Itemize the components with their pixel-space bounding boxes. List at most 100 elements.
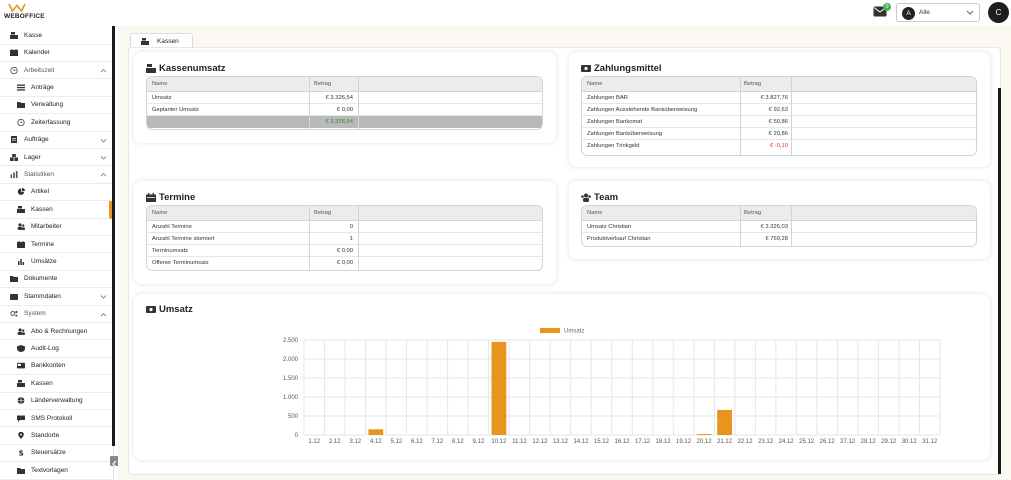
chevron-up-icon[interactable] [100,311,107,318]
sidebar-item-label: SMS Protokoll [31,414,73,422]
sidebar-item-label: Umsätze [31,258,57,266]
chevron-down-icon[interactable] [100,154,107,161]
sidebar-item-termine[interactable]: Termine [0,236,112,254]
row-name: Umsatz Christian [587,224,632,230]
chevron-down-icon[interactable] [100,137,107,144]
gears-icon [10,311,18,317]
bar-10.12[interactable] [491,341,507,435]
chevron-down-icon [966,10,974,15]
sidebar-item-label: Arbeitszeit [24,66,55,74]
sidebar-item-label: Kasse [24,31,43,39]
sidebar-item-stammdaten[interactable]: Stammdaten [0,288,112,306]
x-tick-label: 15.12 [594,439,610,445]
database-icon [10,293,18,300]
sidebar-item-label: Standorte [31,432,60,440]
column-amount: Betrag [314,210,332,216]
row-amount: € 0,00 [336,107,353,113]
sidebar-item-steuersaetze[interactable]: $ Steuersätze [0,445,112,463]
column-name: Name [152,81,168,87]
sidebar-item-dokumente[interactable]: Dokumente [0,271,112,289]
sidebar-item-laenderverwaltung[interactable]: Länderverwaltung [0,393,112,410]
x-tick-label: 22.12 [738,439,754,445]
sidebar-item-standorte[interactable]: Standorte [0,427,112,445]
sidebar-item-statistiken[interactable]: Statistiken [0,166,112,184]
y-tick-label: 0 [295,433,299,439]
sidebar-item-auftraege[interactable]: Aufträge [0,132,112,149]
kassenumsatz-title-text: Kassenumsatz [159,63,226,74]
sidebar-item-sms-protokoll[interactable]: SMS Protokoll [0,410,112,428]
sidebar-item-audit-log[interactable]: Audit-Log [0,340,112,358]
x-tick-label: 11.12 [512,439,527,445]
money-bill-icon [581,65,591,72]
legend-label: Umsatz [564,329,584,335]
sidebar-item-umsaetze[interactable]: Umsätze [0,253,112,271]
sidebar-item-mitarbeiter[interactable]: Mitarbeiter [0,219,112,236]
column-amount: Betrag [744,210,762,216]
brand-logo[interactable]: WEBOFFICE [4,3,45,20]
logo-mark-icon [8,3,26,12]
sidebar-item-kassen[interactable]: Kassen [0,201,112,219]
y-tick-label: 2.500 [283,338,299,344]
dollar-icon: $ [19,449,24,456]
x-tick-label: 29.12 [881,439,897,445]
chevron-up-icon[interactable] [100,67,107,74]
sidebar-item-arbeitszeit[interactable]: Arbeitszeit [0,62,112,80]
sidebar-item-lager[interactable]: Lager [0,149,112,167]
sidebar-item-system[interactable]: System [0,306,112,323]
sidebar-item-label: Kalender [24,49,51,57]
sidebar-item-textvorlagen[interactable]: Textvorlagen [0,462,112,480]
termine-title: Termine [146,192,195,203]
users-icon [17,223,25,231]
table-row: Offener Terminumsatz € 0,00 [147,257,542,269]
sidebar-item-kasse[interactable]: Kasse [0,27,112,45]
sidebar-item-kalender[interactable]: Kalender [0,45,112,62]
user-filter-select[interactable]: A Alle [896,3,980,22]
row-name: Zahlungen Banküberweisung [587,131,663,137]
table-row: Produktverkauf Christian € 769,28 [582,233,976,245]
bank-card-icon [17,363,25,369]
bar-20.12[interactable] [696,434,712,435]
table-total-row: € 3.326,54 [147,116,542,128]
chevron-down-icon[interactable] [100,293,107,300]
x-tick-label: 28.12 [861,439,877,445]
sidebar-item-label: Termine [31,240,55,248]
sidebar-item-abo-rechnungen[interactable]: Abo & Rechnungen [0,323,112,341]
bar-21.12[interactable] [717,409,732,435]
sidebar-item-verwaltung[interactable]: Verwaltung [0,97,112,115]
user-filter-avatar: A [902,7,915,20]
table-row: Zahlungen Ausstehende Banküberweisung € … [582,104,976,116]
kassenumsatz-table: Name Betrag Umsatz € 3.326,54 Geplanter … [146,76,543,130]
x-tick-label: 21.12 [717,439,733,445]
x-tick-label: 20.12 [697,439,713,445]
bar-chart-icon [18,259,25,266]
tab-kassen[interactable]: Kassen [130,33,193,48]
termine-table: Name Betrag Anzahl Termine 0 Anzahl Term… [146,205,543,271]
clock-icon [10,66,18,74]
sidebar-item-zeiterfassung[interactable]: Zeiterfassung [0,114,112,132]
sidebar-item-label: System [24,310,46,318]
x-tick-label: 8.12 [452,439,464,445]
x-tick-label: 7.12 [432,439,444,445]
row-amount: € 3.827,76 [760,95,788,101]
bar-4.12[interactable] [368,429,384,435]
sidebar-item-antraege[interactable]: Anträge [0,79,112,97]
kassenumsatz-card: Kassenumsatz Name Betrag Umsatz € 3.326,… [134,52,556,143]
cash-register-icon [141,37,149,45]
column-divider [358,206,359,270]
chevron-up-icon[interactable] [100,171,107,178]
folder-icon [17,467,25,474]
sidebar-item-bankkonten[interactable]: Bankkonten [0,358,112,376]
content-scrollbar[interactable] [998,88,1001,474]
sidebar-item-artikel[interactable]: Artikel [0,184,112,202]
user-avatar[interactable]: C [988,2,1009,23]
x-tick-label: 19.12 [676,439,692,445]
sidebar-scrollbar[interactable] [112,26,115,446]
zahlungsmittel-title-text: Zahlungsmittel [594,63,662,74]
y-tick-label: 500 [288,414,299,420]
x-tick-label: 4.12 [370,439,382,445]
team-card: Team Name Betrag Umsatz Christian € 3.32… [569,181,990,259]
cash-register-icon [10,31,18,39]
sidebar-item-kassen[interactable]: Kassen [0,375,112,393]
x-tick-label: 9.12 [473,439,485,445]
total-amount: € 3.326,54 [325,119,353,125]
